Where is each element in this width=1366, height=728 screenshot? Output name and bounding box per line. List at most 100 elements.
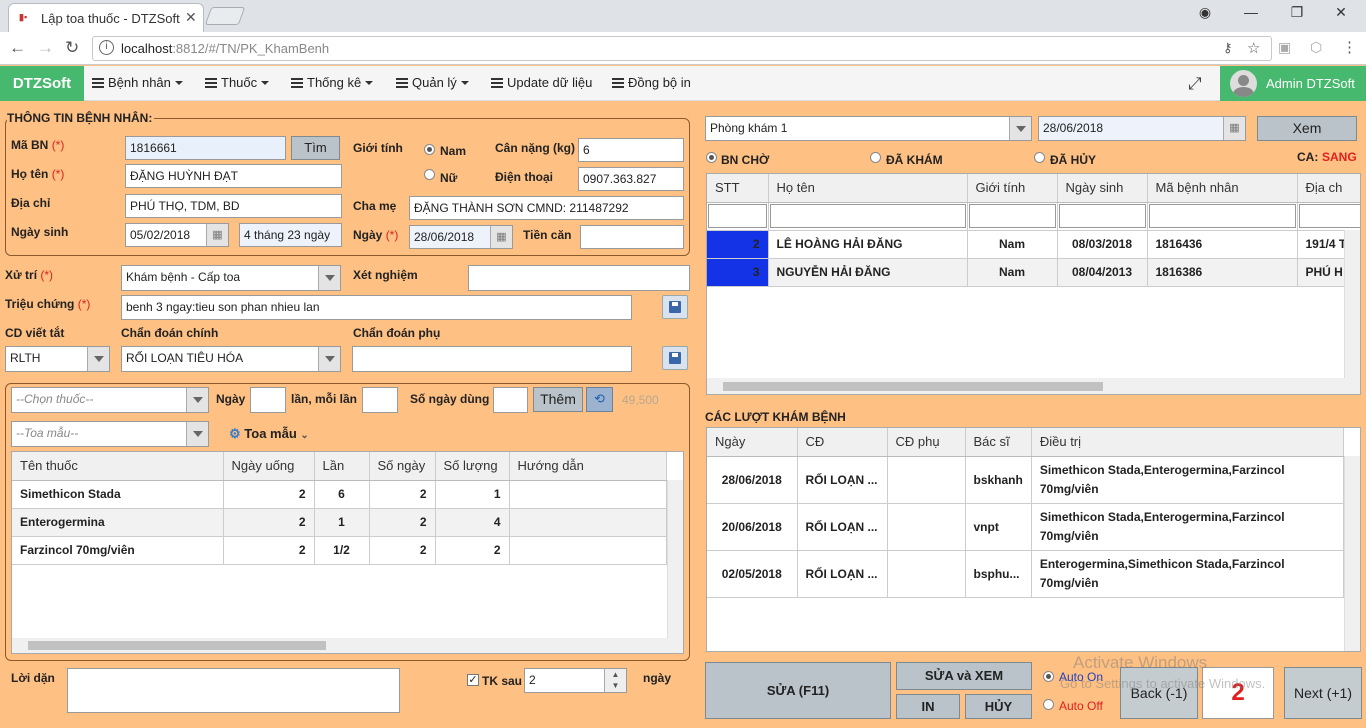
add-drug-button[interactable]: Thêm (533, 387, 583, 412)
close-window-icon[interactable]: ✕ (1326, 4, 1356, 21)
filter-stt[interactable] (707, 202, 769, 231)
info-icon[interactable]: i (99, 40, 114, 55)
reload-icon[interactable]: ↻ (65, 38, 79, 58)
minimize-icon[interactable]: — (1236, 4, 1266, 20)
ngay-sinh-input[interactable]: 05/02/2018 ▦ (125, 223, 229, 247)
menu-thong-ke[interactable]: Thống kê (291, 75, 374, 90)
col-so-ngay[interactable]: Số ngày (369, 452, 436, 481)
table-row[interactable]: 3 NGUYỄN HẢI ĐĂNG Nam 08/04/2013 1816386… (707, 258, 1360, 287)
sua-va-xem-button[interactable]: SỬA và XEM (896, 662, 1032, 690)
vertical-scrollbar[interactable] (667, 480, 683, 638)
star-icon[interactable]: ☆ (1247, 39, 1260, 57)
chan-doan-chinh-select[interactable]: RỐI LOẠN TIÊU HÓA (121, 346, 341, 372)
col-huong-dan[interactable]: Hướng dẫn (509, 452, 667, 481)
filter-input[interactable] (1148, 204, 1296, 228)
horizontal-scrollbar[interactable] (707, 378, 1360, 394)
cha-me-input[interactable]: ĐẶNG THÀNH SƠN CMND: 211487292 (409, 196, 684, 220)
toa-mau-button[interactable]: ⚙ Toa mẫu ⌄ (229, 426, 309, 442)
filter-ngay-sinh[interactable] (1057, 202, 1148, 231)
table-row[interactable]: Farzincol 70mg/viên 2 1/2 2 2 (12, 536, 667, 565)
moi-lan-input[interactable] (362, 387, 398, 413)
col-so-luong[interactable]: Số lượng (435, 452, 510, 481)
chevron-down-icon[interactable] (318, 347, 340, 371)
xu-tri-select[interactable]: Khám bệnh - Cấp toa (121, 265, 341, 291)
filter-dia-chi[interactable] (1297, 202, 1360, 231)
gender-male-radio[interactable] (424, 144, 435, 155)
col-cd[interactable]: CĐ (797, 428, 888, 457)
filter-input[interactable] (1058, 204, 1146, 228)
table-row[interactable]: 02/05/2018 RỐI LOẠN ... bsphu... Enterog… (707, 550, 1345, 598)
trieu-chung-input[interactable]: benh 3 ngay:tieu son phan nhieu lan (121, 295, 632, 320)
date-input[interactable]: 28/06/2018 ▦ (1038, 116, 1246, 141)
vertical-scrollbar[interactable] (1344, 456, 1360, 651)
auto-on-radio[interactable] (1043, 671, 1054, 682)
filter-gioi-tinh[interactable] (967, 202, 1058, 231)
tab-da-huy-radio[interactable] (1034, 152, 1045, 163)
new-tab-button[interactable] (204, 7, 246, 25)
dia-chi-input[interactable]: PHÚ THỌ, TDM, BD (125, 194, 342, 218)
chevron-down-icon[interactable] (186, 388, 208, 412)
dien-thoai-input[interactable]: 0907.363.827 (578, 167, 684, 191)
col-dia-chi[interactable]: Địa ch (1297, 174, 1360, 203)
chevron-down-icon[interactable] (87, 347, 109, 371)
col-ngay-sinh[interactable]: Ngày sinh (1057, 174, 1148, 203)
huy-button[interactable]: HỦY (965, 694, 1032, 719)
extension-icon[interactable]: ▣ (1278, 39, 1291, 56)
col-lan[interactable]: Lần (314, 452, 370, 481)
next-button[interactable]: Next (+1) (1284, 667, 1362, 719)
profile-icon[interactable]: ◉ (1190, 4, 1220, 21)
loi-dan-textarea[interactable] (67, 668, 400, 713)
extension-2-icon[interactable]: ⬡ (1310, 39, 1322, 56)
so-ngay-dung-input[interactable] (493, 387, 528, 413)
search-button[interactable]: Tìm (291, 136, 340, 160)
table-row[interactable]: Enterogermina 2 1 2 4 (12, 508, 667, 537)
forward-arrow-icon[interactable]: → (37, 38, 54, 58)
can-nang-input[interactable]: 6 (578, 138, 684, 162)
so-lan-input[interactable] (250, 387, 286, 413)
toa-mau-select[interactable]: --Toa mẫu-- (11, 421, 209, 447)
scroll-thumb[interactable] (723, 382, 1103, 391)
calendar-icon[interactable]: ▦ (206, 224, 228, 246)
save-icon[interactable] (662, 295, 688, 319)
col-stt[interactable]: STT (707, 174, 769, 203)
col-gioi-tinh[interactable]: Giới tính (967, 174, 1058, 203)
tien-can-input[interactable] (580, 225, 684, 249)
key-icon[interactable]: ⚷ (1223, 40, 1233, 56)
chon-thuoc-select[interactable]: --Chọn thuốc-- (11, 387, 209, 413)
ho-ten-input[interactable]: ĐẶNG HUỲNH ĐẠT (125, 164, 342, 188)
filter-ma-bn[interactable] (1147, 202, 1298, 231)
in-button[interactable]: IN (896, 694, 960, 719)
tab-da-kham[interactable]: ĐÃ KHÁM (886, 153, 943, 167)
back-arrow-icon[interactable]: ← (9, 38, 26, 58)
col-ten-thuoc[interactable]: Tên thuốc (12, 452, 224, 481)
table-row[interactable]: 2 LÊ HOÀNG HẢI ĐĂNG Nam 08/03/2018 18164… (707, 230, 1360, 259)
calendar-icon[interactable]: ▦ (490, 226, 512, 248)
stepper-arrows-icon[interactable]: ▲ ▼ (604, 669, 626, 692)
menu-dong-bo-in[interactable]: Đồng bộ in (612, 75, 691, 90)
menu-update-du-lieu[interactable]: Update dữ liệu (491, 75, 592, 90)
cell-huong-dan[interactable] (509, 508, 667, 537)
filter-input[interactable] (968, 204, 1056, 228)
col-bac-si[interactable]: Bác sĩ (965, 428, 1032, 457)
menu-thuoc[interactable]: Thuốc (205, 75, 270, 90)
filter-input[interactable] (1298, 204, 1360, 228)
table-row[interactable]: 28/06/2018 RỐI LOẠN ... bskhanh Simethic… (707, 456, 1345, 504)
table-row[interactable]: 20/06/2018 RỐI LOẠN ... vnpt Simethicon … (707, 503, 1345, 551)
brand-logo[interactable]: DTZSoft (0, 66, 84, 101)
cd-viet-tat-select[interactable]: RLTH (5, 346, 110, 372)
col-ngay[interactable]: Ngày (707, 428, 798, 457)
col-ngay-uong[interactable]: Ngày uống (223, 452, 315, 481)
back-button[interactable]: Back (-1) (1120, 667, 1198, 719)
filter-ho-ten[interactable] (768, 202, 968, 231)
close-tab-icon[interactable]: ✕ (185, 9, 197, 26)
fullscreen-icon[interactable]: ⤢ (1188, 74, 1202, 94)
refresh-icon[interactable]: ⟲ (586, 387, 613, 412)
kebab-menu-icon[interactable]: ⋮ (1342, 38, 1357, 56)
ma-bn-input[interactable]: 1816661 (125, 136, 286, 160)
xem-button[interactable]: Xem (1257, 116, 1357, 141)
calendar-icon[interactable]: ▦ (1223, 117, 1245, 140)
col-dieu-tri[interactable]: Điều trị (1031, 428, 1345, 457)
tab-da-huy[interactable]: ĐÃ HỦY (1050, 153, 1096, 167)
url-field[interactable]: i localhost:8812/#/TN/PK_KhamBenh ⚷ ☆ (92, 36, 1272, 61)
tk-sau-checkbox[interactable]: ✓ (467, 674, 479, 686)
